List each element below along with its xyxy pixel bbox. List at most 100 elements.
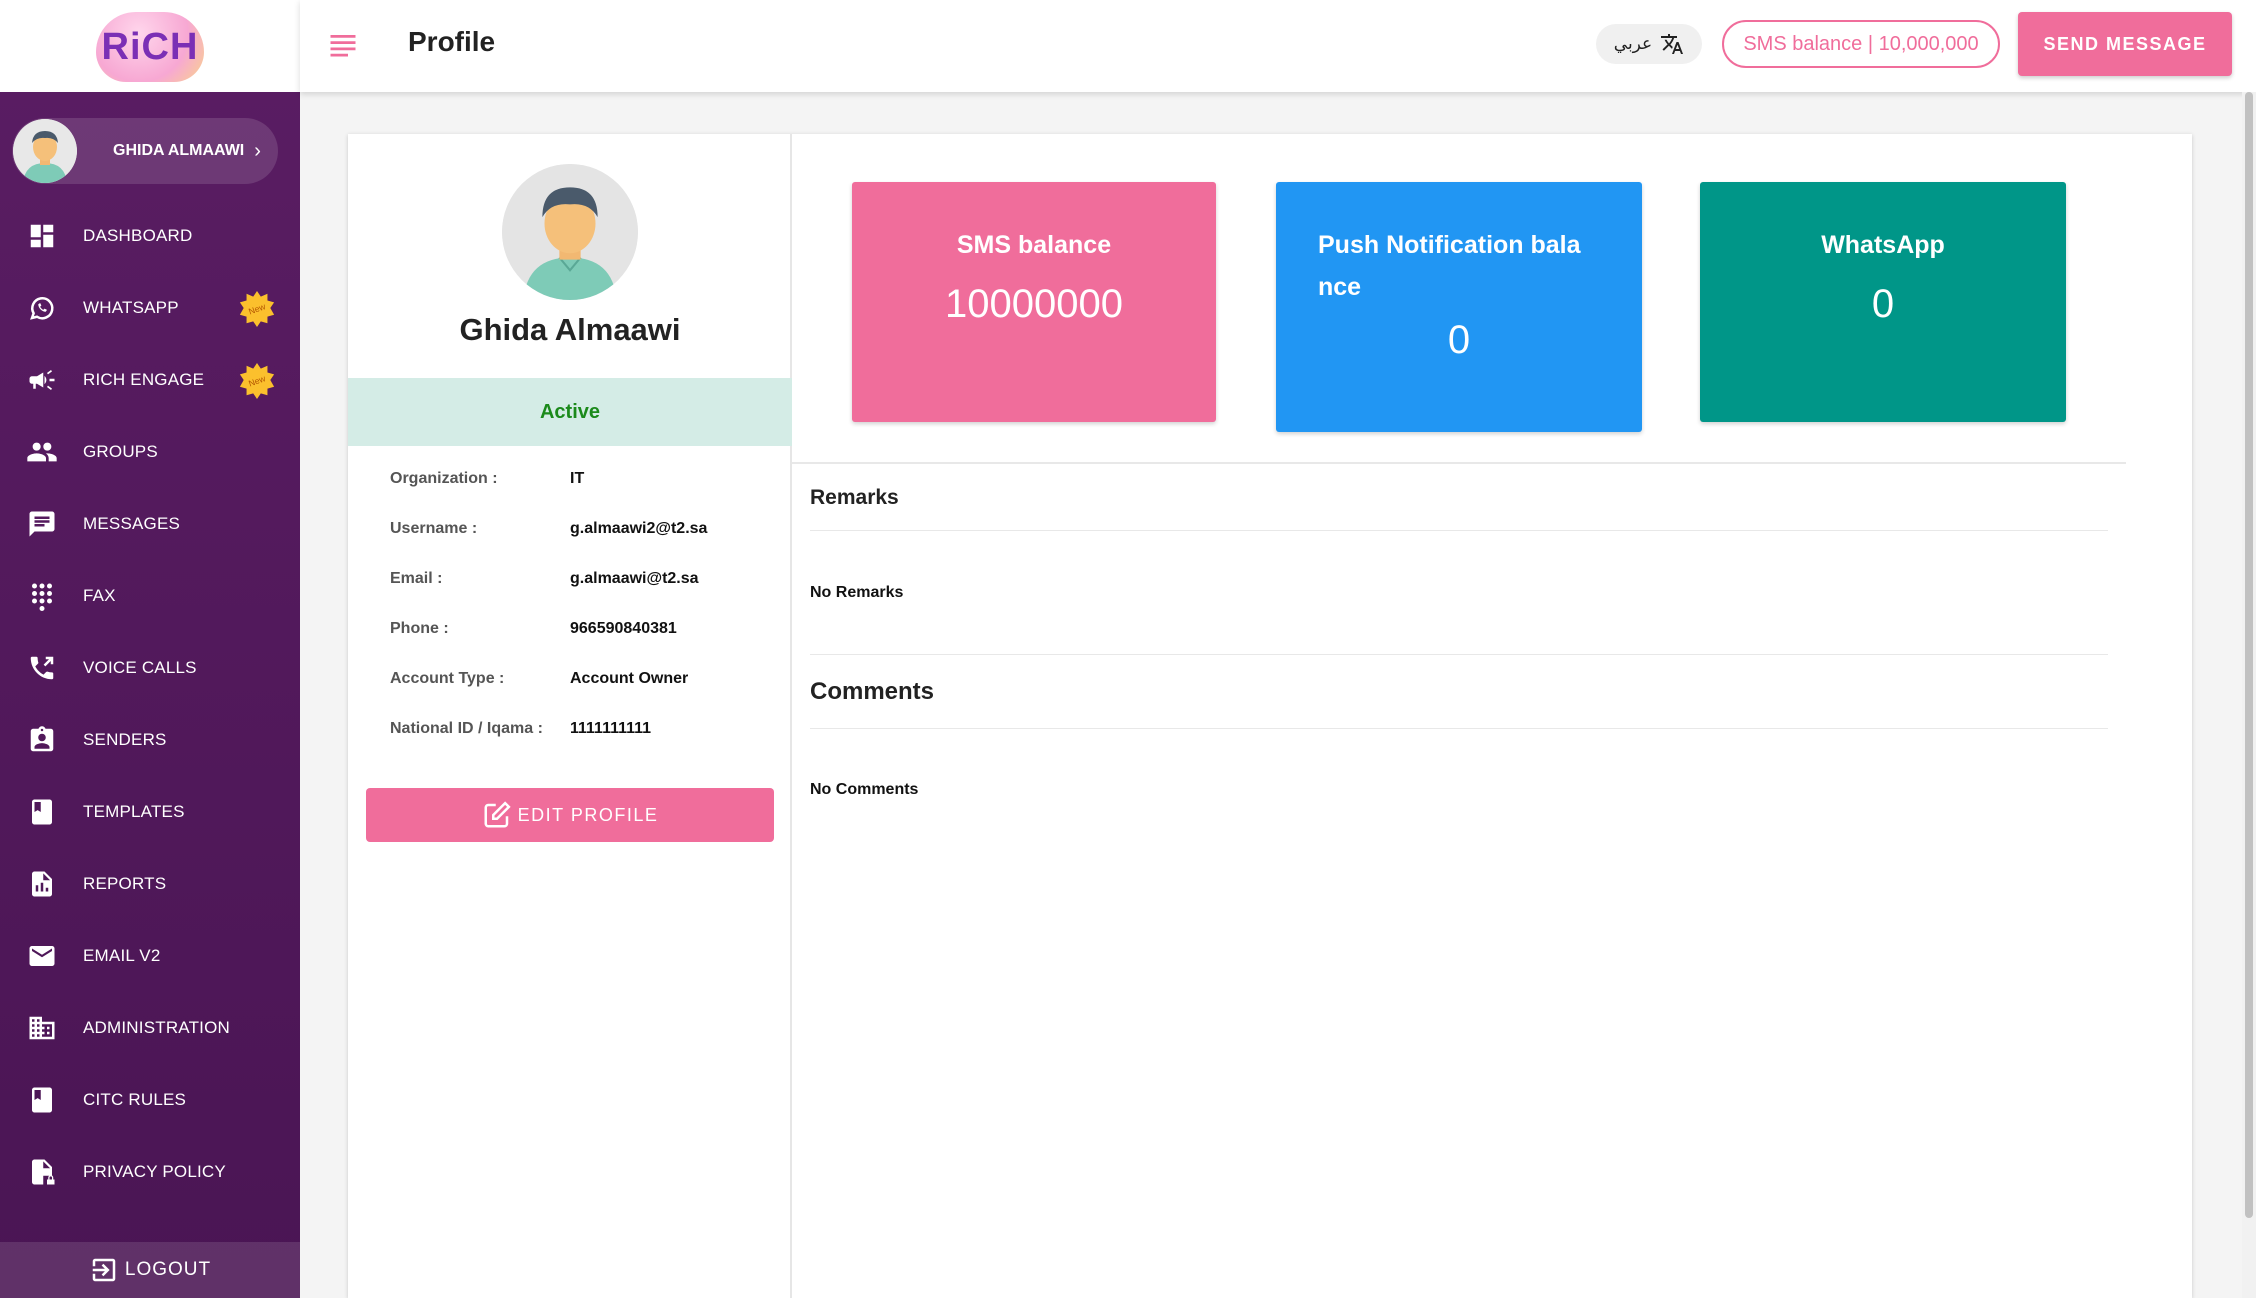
sidebar-item-label: PRIVACY POLICY [83, 1162, 226, 1181]
divider [810, 654, 2108, 655]
menu-icon[interactable] [328, 30, 358, 60]
avatar [13, 119, 77, 183]
sidebar-item-label: SENDERS [83, 730, 167, 749]
info-value: IT [570, 470, 585, 487]
language-toggle[interactable]: عربي [1596, 24, 1702, 64]
new-badge-icon: New [239, 290, 275, 328]
logout-button[interactable]: LOGOUT [0, 1242, 300, 1298]
phone-icon [25, 651, 59, 685]
book-icon [25, 795, 59, 829]
info-row-phone: Phone : 966590840381 [390, 620, 707, 670]
stat-title-line2: nce [1318, 273, 1362, 301]
info-label: Username : [390, 520, 478, 537]
divider [810, 728, 2108, 729]
profile-card: Ghida Almaawi Active Organization : IT U… [348, 134, 2192, 1298]
stat-value: 0 [1871, 282, 1895, 326]
sidebar-item-label: CITC RULES [83, 1090, 187, 1109]
info-value: Account Owner [570, 670, 689, 687]
push-notification-balance-card: Push Notification bala nce 0 [1276, 182, 1642, 432]
logout-label: LOGOUT [124, 1259, 212, 1280]
sidebar-item-label: DASHBOARD [83, 226, 193, 245]
sidebar-item-label: ADMINISTRATION [83, 1018, 230, 1037]
whatsapp-icon [25, 291, 59, 325]
report-icon [25, 867, 59, 901]
translate-icon [1661, 34, 1684, 54]
stat-title: SMS balance [956, 231, 1112, 259]
stat-title: WhatsApp [1821, 231, 1945, 259]
remarks-title: Remarks [810, 486, 899, 509]
info-row-email: Email : g.almaawi@t2.sa [390, 570, 707, 620]
info-value: g.almaawi2@t2.sa [570, 520, 708, 537]
sidebar-item-label: MESSAGES [83, 514, 181, 533]
chevron-right-icon: › [254, 139, 261, 162]
profile-avatar [502, 164, 638, 300]
badge-icon [25, 723, 59, 757]
remarks-text: No Remarks [810, 584, 904, 601]
sms-balance-pill[interactable]: SMS balance | 10,000,000 [1722, 20, 2000, 68]
edit-profile-button[interactable]: EDIT PROFILE [366, 788, 774, 842]
logo-area[interactable]: RiCH [0, 0, 300, 92]
stat-title-line1: Push Notification bala [1318, 231, 1581, 259]
groups-icon [25, 435, 59, 469]
building-icon [25, 1011, 59, 1045]
logo-text: RiCH [101, 26, 199, 68]
sidebar-item-label: VOICE CALLS [83, 658, 197, 677]
info-label: Phone : [390, 620, 449, 637]
sidebar-item-templates[interactable]: TEMPLATES [0, 776, 300, 848]
dialpad-icon [25, 579, 59, 613]
sms-balance-card: SMS balance 10000000 [852, 182, 1216, 422]
sidebar-item-messages[interactable]: MESSAGES [0, 488, 300, 560]
sidebar-item-voice-calls[interactable]: VOICE CALLS [0, 632, 300, 704]
user-name: GHIDA ALMAAWI [113, 142, 245, 159]
mail-icon [25, 939, 59, 973]
page-scrollbar[interactable] [2242, 92, 2256, 1298]
edit-profile-label: EDIT PROFILE [517, 804, 659, 825]
stat-value: 0 [1447, 318, 1471, 362]
sidebar-item-label: FAX [83, 586, 116, 605]
language-label: عربي [1613, 34, 1653, 53]
page-title: Profile [408, 26, 496, 57]
scrollbar-thumb[interactable] [2245, 92, 2253, 1218]
sidebar-item-label: WHATSAPP [83, 298, 179, 317]
sidebar-item-citc-rules[interactable]: CITC RULES [0, 1064, 300, 1136]
info-row-username: Username : g.almaawi2@t2.sa [390, 520, 707, 570]
sidebar-nav: DASHBOARD WHATSAPP New RICH ENGAGE New G… [0, 200, 300, 1208]
info-label: Email : [390, 570, 443, 587]
sidebar-item-email-v2[interactable]: EMAIL V2 [0, 920, 300, 992]
comments-text: No Comments [810, 781, 919, 798]
edit-icon [484, 801, 511, 828]
info-row-organization: Organization : IT [390, 470, 707, 520]
new-badge-icon: New [239, 362, 275, 400]
sidebar-item-rich-engage[interactable]: RICH ENGAGE New [0, 344, 300, 416]
lock-file-icon [25, 1155, 59, 1189]
sidebar-item-administration[interactable]: ADMINISTRATION [0, 992, 300, 1064]
info-value: g.almaawi@t2.sa [570, 570, 699, 587]
send-message-button[interactable]: SEND MESSAGE [2018, 12, 2232, 76]
sidebar-item-label: EMAIL V2 [83, 946, 161, 965]
status-badge: Active [348, 378, 792, 446]
comments-title: Comments [810, 678, 935, 705]
sidebar-item-privacy-policy[interactable]: PRIVACY POLICY [0, 1136, 300, 1208]
sidebar-item-groups[interactable]: GROUPS [0, 416, 300, 488]
user-profile-pill[interactable]: GHIDA ALMAAWI › [12, 118, 278, 184]
logo[interactable]: RiCH [90, 8, 210, 84]
whatsapp-balance-card: WhatsApp 0 [1700, 182, 2066, 422]
sidebar-item-dashboard[interactable]: DASHBOARD [0, 200, 300, 272]
info-label: Organization : [390, 470, 498, 487]
sidebar-item-label: REPORTS [83, 874, 167, 893]
sidebar-item-whatsapp[interactable]: WHATSAPP New [0, 272, 300, 344]
dashboard-icon [25, 219, 59, 253]
sidebar-item-label: RICH ENGAGE [83, 370, 205, 389]
profile-details-column: Ghida Almaawi Active Organization : IT U… [348, 134, 792, 1298]
sidebar-item-reports[interactable]: REPORTS [0, 848, 300, 920]
sidebar-item-label: GROUPS [83, 442, 158, 461]
top-header: Profile عربي SMS balance | 10,000,000 SE… [300, 0, 2256, 92]
book-icon [25, 1083, 59, 1117]
sidebar-item-fax[interactable]: FAX [0, 560, 300, 632]
megaphone-icon [25, 363, 59, 397]
sidebar: RiCH GHIDA ALMAAWI › DASHBOARD WHATSAPP … [0, 0, 300, 1298]
info-value: 1111111111 [570, 720, 652, 737]
info-row-account-type: Account Type : Account Owner [390, 670, 707, 720]
divider [810, 530, 2108, 531]
sidebar-item-senders[interactable]: SENDERS [0, 704, 300, 776]
